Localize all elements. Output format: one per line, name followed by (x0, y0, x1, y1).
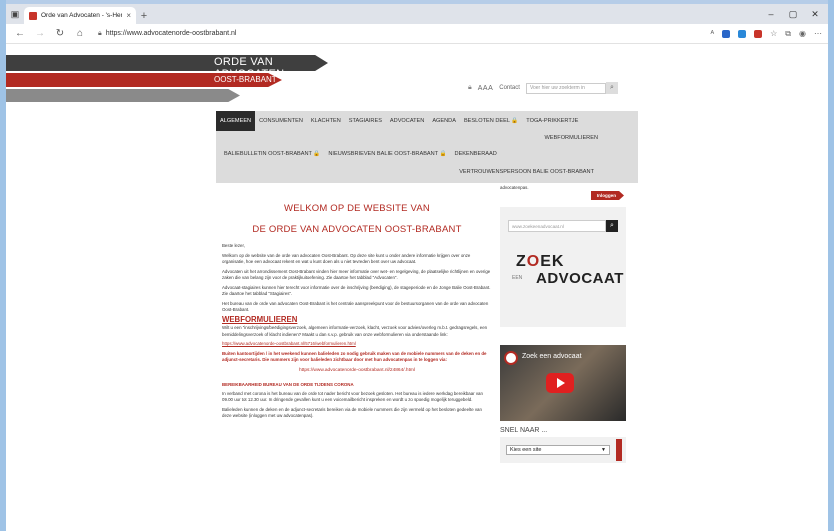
site-search-icon[interactable]: ⌕ (605, 82, 618, 94)
site-subtitle: OOST-BRABANT (214, 75, 277, 84)
zoek-search-input[interactable]: www.zoekeenadvocaat.nl (508, 220, 606, 232)
nav-agenda[interactable]: AGENDA (428, 111, 460, 131)
snel-naar-label: SNEL NAAR ... (500, 427, 548, 434)
nav-baliebulletin[interactable]: BALIEBULLETIN OOST-BRABANT 🔒 (220, 144, 324, 164)
login-button[interactable]: Inloggen (590, 191, 624, 200)
paragraph: Welkom op de website van de orde van adv… (222, 252, 471, 265)
maximize-button[interactable]: ▢ (782, 4, 804, 24)
sidebar-caption: advocatenpas. (500, 185, 529, 190)
minimize-button[interactable]: – (760, 4, 782, 24)
video-embed[interactable]: Zoek een advocaat (500, 345, 626, 421)
welcome-heading-1: WELKOM OP DE WEBSITE VAN (284, 203, 430, 214)
webformulieren-heading: WEBFORMULIEREN (222, 314, 298, 324)
browser-tab[interactable]: Orde van Advocaten - 's-Hertog × (24, 7, 136, 24)
tab-title: Orde van Advocaten - 's-Hertog (41, 12, 123, 19)
lock-icon: 🔒︎ (98, 29, 102, 37)
nav-algemeen[interactable]: ALGEMEEN (216, 111, 256, 131)
window-controls: – ▢ ✕ (760, 4, 826, 24)
header-band-dark: ORDE VAN ADVOCATEN (6, 55, 328, 71)
desktop-right-strip (828, 0, 834, 531)
corona-heading: BEREIKBAARHEID BUREAU VAN DE ORDE TIJDEN… (222, 382, 354, 387)
nav-besloten-deel[interactable]: BESLOTEN DEEL 🔒 (460, 111, 522, 131)
address-bar-row: ← → ↻ ⌂ 🔒︎ https://www.advocatenorde-oos… (6, 24, 828, 44)
nav-klachten[interactable]: KLACHTEN (307, 111, 345, 131)
nav-stagiaires[interactable]: STAGIAIRES (345, 111, 386, 131)
zoek-logo-word: ZOEK (516, 253, 565, 270)
nav-row-1: ALGEMEEN CONSUMENTEN KLACHTEN STAGIAIRES… (216, 111, 638, 131)
nav-dekenberaad[interactable]: DEKENBERAAD (451, 144, 501, 164)
site-favicon-icon (29, 11, 37, 20)
nav-webformulieren[interactable]: WEBFORMULIEREN (541, 131, 602, 145)
zoek-logo-een: EEN (512, 275, 523, 281)
header-band-red: OOST-BRABANT (6, 73, 282, 87)
home-icon[interactable]: ⌂ (72, 28, 88, 39)
extension-red-icon[interactable] (754, 29, 763, 38)
browser-window: ▣ Orde van Advocaten - 's-Hertog × + – ▢… (6, 4, 828, 531)
nav-consumenten[interactable]: CONSUMENTEN (255, 111, 307, 131)
webformulieren-link[interactable]: https://www.advocatenorde-oostbrabant.nl… (222, 341, 356, 346)
reader-mode-icon[interactable]: ᴬ (711, 29, 715, 38)
close-window-button[interactable]: ✕ (804, 4, 826, 24)
intro-text: Beste lezer, Welkom op de website van de… (222, 243, 492, 420)
font-size-control[interactable]: AAA (478, 85, 494, 92)
nav-advocaten[interactable]: ADVOCATEN (386, 111, 428, 131)
nav-nieuwsbrieven[interactable]: NIEUWSBRIEVEN BALIE OOST-BRABANT 🔒 (324, 144, 450, 164)
favorites-icon[interactable]: ☆ (770, 29, 777, 38)
nav-row-2: BALIEBULLETIN OOST-BRABANT 🔒 NIEUWSBRIEV… (216, 145, 638, 163)
paragraph: In verband met corona is het bureau van … (222, 390, 483, 403)
workspaces-icon[interactable]: ▣ (6, 4, 24, 24)
site-search-input[interactable]: Voer hier uw zoekterm in (525, 82, 606, 94)
main-navigation: ALGEMEEN CONSUMENTEN KLACHTEN STAGIAIRES… (216, 111, 638, 183)
header-band-grey (6, 89, 240, 102)
channel-avatar (504, 351, 518, 365)
address-bar[interactable]: 🔒︎ https://www.advocatenorde-oostbrabant… (98, 30, 658, 38)
after-hours-notice: Buiten kantoortijden / in het weekend ku… (222, 350, 487, 363)
apps-icon[interactable] (722, 29, 731, 38)
extension-icon[interactable] (738, 29, 747, 38)
paragraph: Wilt u een "inschrijvings/beëdigingsverz… (222, 325, 488, 337)
main-content: WELKOM OP DE WEBSITE VAN DE ORDE VAN ADV… (222, 183, 492, 531)
forward-arrow-icon[interactable]: → (32, 28, 48, 39)
more-menu-icon[interactable]: ⋯ (814, 29, 822, 38)
profile-icon[interactable]: ◉ (799, 29, 806, 38)
nav-row-1b: WEBFORMULIEREN (216, 131, 638, 145)
close-tab-icon[interactable]: × (126, 11, 131, 20)
paragraph: Het bureau van de orde van advocaten Oos… (222, 300, 489, 313)
snel-naar-box: Kies een site ▼ (500, 437, 626, 463)
select-value: Kies een site (510, 447, 542, 453)
login-lock-icon[interactable]: 🔒︎ (468, 84, 472, 92)
utility-bar: 🔒︎ AAA Contact Voer hier uw zoekterm in … (468, 82, 618, 94)
url-text: https://www.advocatenorde-oostbrabant.nl (105, 30, 237, 37)
greeting: Beste lezer, (222, 243, 245, 248)
paragraph: Balieleden kunnen de deken en de adjunct… (222, 406, 482, 419)
paragraph: Advocaat-stagiaires kunnen hier terecht … (222, 284, 491, 297)
play-icon[interactable] (546, 373, 574, 393)
paragraph: Advocaten uit het arrondissement Oost-Br… (222, 268, 491, 281)
contact-link[interactable]: Contact (499, 85, 520, 91)
nav-row-3: VERTROUWENSPERSOON BALIE OOST-BRABANT (216, 163, 638, 181)
tab-bar: ▣ Orde van Advocaten - 's-Hertog × + – ▢… (6, 4, 828, 24)
sidebar: advocatenpas. Inloggen www.zoekeenadvoca… (500, 183, 630, 531)
zoek-een-advocaat-widget: www.zoekeenadvocaat.nl ⌕ ZOEK EEN ADVOCA… (500, 207, 626, 327)
web-page: ORDE VAN ADVOCATEN OOST-BRABANT 🔒︎ AAA C… (6, 45, 828, 531)
login-link[interactable]: https://www.advocatenorde-oostbrabant.nl… (222, 368, 492, 375)
collections-icon[interactable]: ⧉ (785, 29, 791, 39)
refresh-icon[interactable]: ↻ (52, 28, 68, 39)
toolbar-icons: ᴬ ☆ ⧉ ◉ ⋯ (711, 29, 823, 39)
nav-toga-prikkertje[interactable]: TOGA-PRIKKERTJE (522, 111, 582, 131)
zoek-search-icon[interactable]: ⌕ (606, 220, 618, 232)
welcome-heading-2: DE ORDE VAN ADVOCATEN OOST-BRABANT (252, 224, 462, 235)
site-select-dropdown[interactable]: Kies een site ▼ (506, 445, 610, 455)
nav-vertrouwenspersoon[interactable]: VERTROUWENSPERSOON BALIE OOST-BRABANT (455, 162, 598, 182)
accent-bar (616, 439, 622, 461)
back-arrow-icon[interactable]: ← (12, 28, 28, 39)
chevron-down-icon: ▼ (601, 447, 606, 453)
advocaat-logo-word: ADVOCAAT (536, 270, 624, 287)
video-title: Zoek een advocaat (522, 353, 582, 360)
new-tab-button[interactable]: + (136, 7, 152, 24)
